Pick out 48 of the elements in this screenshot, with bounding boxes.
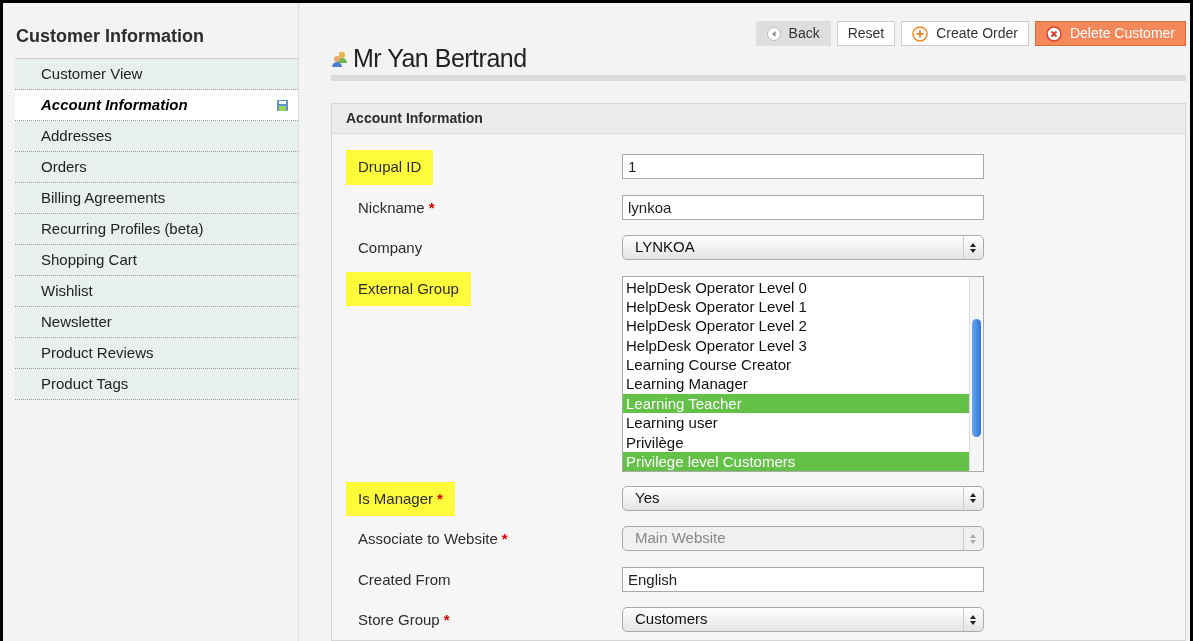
users-icon [331, 50, 349, 67]
listbox-option[interactable]: HelpDesk Operator Level 0 [623, 277, 969, 297]
toolbar-button[interactable]: Reset [836, 21, 896, 46]
scrollbar[interactable] [969, 276, 983, 471]
listbox-option[interactable]: HelpDesk Operator Level 3 [623, 335, 969, 356]
field-label: Drupal ID [346, 150, 434, 185]
listbox-option[interactable]: Learning Course Creator [623, 355, 969, 375]
select-arrows-icon [969, 492, 977, 504]
toolbar-button[interactable]: Back [755, 21, 831, 46]
listbox-option[interactable]: Privilège [623, 432, 969, 452]
page-title: Mr Yan Bertrand [353, 43, 527, 74]
sidebar-item[interactable]: Product Tags [15, 369, 298, 400]
listbox-option[interactable]: HelpDesk Operator Level 1 [623, 296, 969, 317]
select-arrows-icon [969, 241, 977, 254]
sidebar-item[interactable]: Newsletter [15, 307, 298, 338]
sidebar-item[interactable]: Wishlist [15, 276, 298, 307]
field-label: External Group [346, 271, 471, 306]
field-label: Nickname * [357, 197, 436, 218]
select-field[interactable]: Yes [622, 485, 984, 511]
plus-icon [912, 25, 929, 42]
listbox-option[interactable]: Learning user [623, 413, 969, 433]
field-label: Is Manager * [346, 481, 455, 516]
text-field[interactable]: lynkoa [622, 194, 984, 220]
field-label: Created From [357, 569, 452, 590]
select-field[interactable]: LYNKOA [622, 235, 984, 260]
sidebar-item[interactable]: Orders [15, 152, 298, 183]
field-label: Store Group * [357, 610, 451, 630]
listbox-option[interactable]: Learning Manager [623, 374, 969, 394]
select-arrows-icon [969, 613, 977, 626]
sidebar-item[interactable]: Product Reviews [15, 338, 298, 369]
text-field[interactable]: English [622, 566, 984, 592]
listbox[interactable] [622, 275, 984, 472]
field-label: Associate to Website * [357, 529, 509, 549]
text-field[interactable]: 1 [622, 154, 984, 179]
sidebar-item[interactable]: Recurring Profiles (beta) [15, 214, 298, 245]
select-field[interactable]: Customers [622, 607, 984, 632]
select-arrows-icon [969, 532, 977, 545]
listbox-option[interactable]: HelpDesk Operator Level 2 [623, 316, 969, 336]
toolbar-button[interactable]: Create Order [901, 21, 1029, 46]
close-icon [1045, 25, 1062, 42]
sidebar-item[interactable]: Addresses [15, 121, 298, 152]
field-label: Company [357, 238, 424, 258]
sidebar-item[interactable]: Billing Agreements [15, 183, 298, 214]
sidebar-item[interactable]: Customer View [15, 59, 298, 90]
sidebar-item[interactable]: Account Information [15, 90, 298, 121]
sidebar-title: Customer Information [15, 25, 205, 48]
section-header: Account Information [332, 104, 1185, 134]
sidebar-item[interactable]: Shopping Cart [15, 245, 298, 276]
